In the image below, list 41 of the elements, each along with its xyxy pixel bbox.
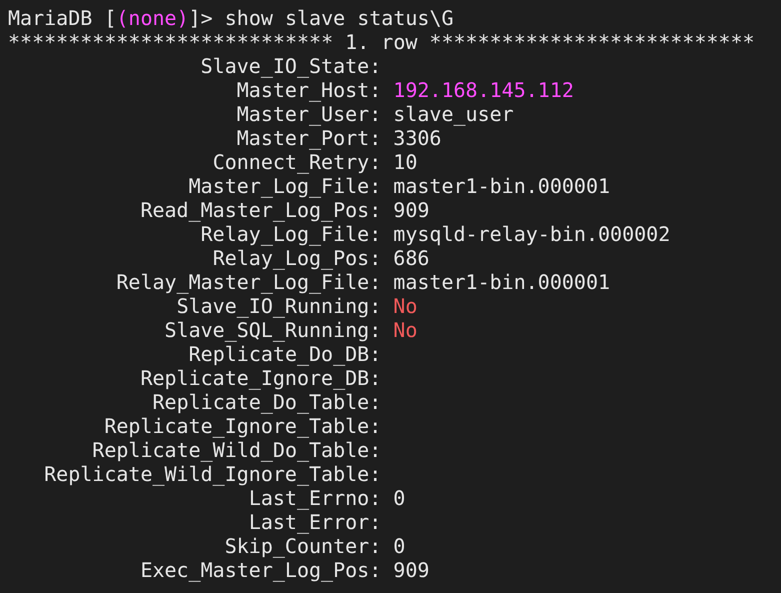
field-name: Master_Port:: [236, 126, 382, 150]
field-value: master1-bin.000001: [393, 174, 610, 198]
database-name: (none): [116, 6, 189, 30]
field-value: 909: [393, 558, 430, 582]
row-header: *************************** 1. row ***************************: [8, 30, 755, 54]
field-value: 909: [393, 198, 430, 222]
field-value: 0: [393, 534, 406, 558]
field-name: Relay_Log_Pos:: [212, 246, 382, 270]
prompt-text: ]>: [188, 6, 213, 30]
field-value: mysqld-relay-bin.000002: [393, 222, 670, 246]
field-name: Read_Master_Log_Pos:: [140, 198, 382, 222]
field-value: 686: [393, 246, 430, 270]
field-value: slave_user: [393, 102, 514, 126]
field-name: Master_Log_File:: [188, 174, 382, 198]
field-value: 10: [393, 150, 418, 174]
field-name: Exec_Master_Log_Pos:: [140, 558, 382, 582]
field-value: 3306: [393, 126, 442, 150]
field-name: Last_Errno:: [248, 486, 382, 510]
command-text: show slave status\G: [224, 6, 454, 30]
field-name: Replicate_Ignore_Table:: [104, 414, 382, 438]
field-name: Replicate_Wild_Ignore_Table:: [44, 462, 382, 486]
prompt-text: MariaDB [: [8, 6, 116, 30]
field-value: master1-bin.000001: [393, 270, 610, 294]
field-name: Replicate_Wild_Do_Table:: [92, 438, 382, 462]
field-value: No: [393, 294, 418, 318]
field-name: Slave_IO_State:: [200, 54, 382, 78]
field-name: Master_User:: [236, 102, 382, 126]
field-name: Master_Host:: [236, 78, 382, 102]
field-name: Relay_Master_Log_File:: [116, 270, 382, 294]
field-name: Replicate_Do_DB:: [188, 342, 382, 366]
field-name: Connect_Retry:: [212, 150, 382, 174]
field-value: 0: [393, 486, 406, 510]
field-name: Slave_SQL_Running:: [164, 318, 382, 342]
field-value: 192.168.145.112: [393, 78, 574, 102]
field-name: Replicate_Do_Table:: [152, 390, 382, 414]
field-value: No: [393, 318, 418, 342]
field-name: Last_Error:: [248, 510, 382, 534]
field-name: Replicate_Ignore_DB:: [140, 366, 382, 390]
field-name: Relay_Log_File:: [200, 222, 382, 246]
field-name: Slave_IO_Running:: [176, 294, 382, 318]
field-name: Skip_Counter:: [224, 534, 382, 558]
